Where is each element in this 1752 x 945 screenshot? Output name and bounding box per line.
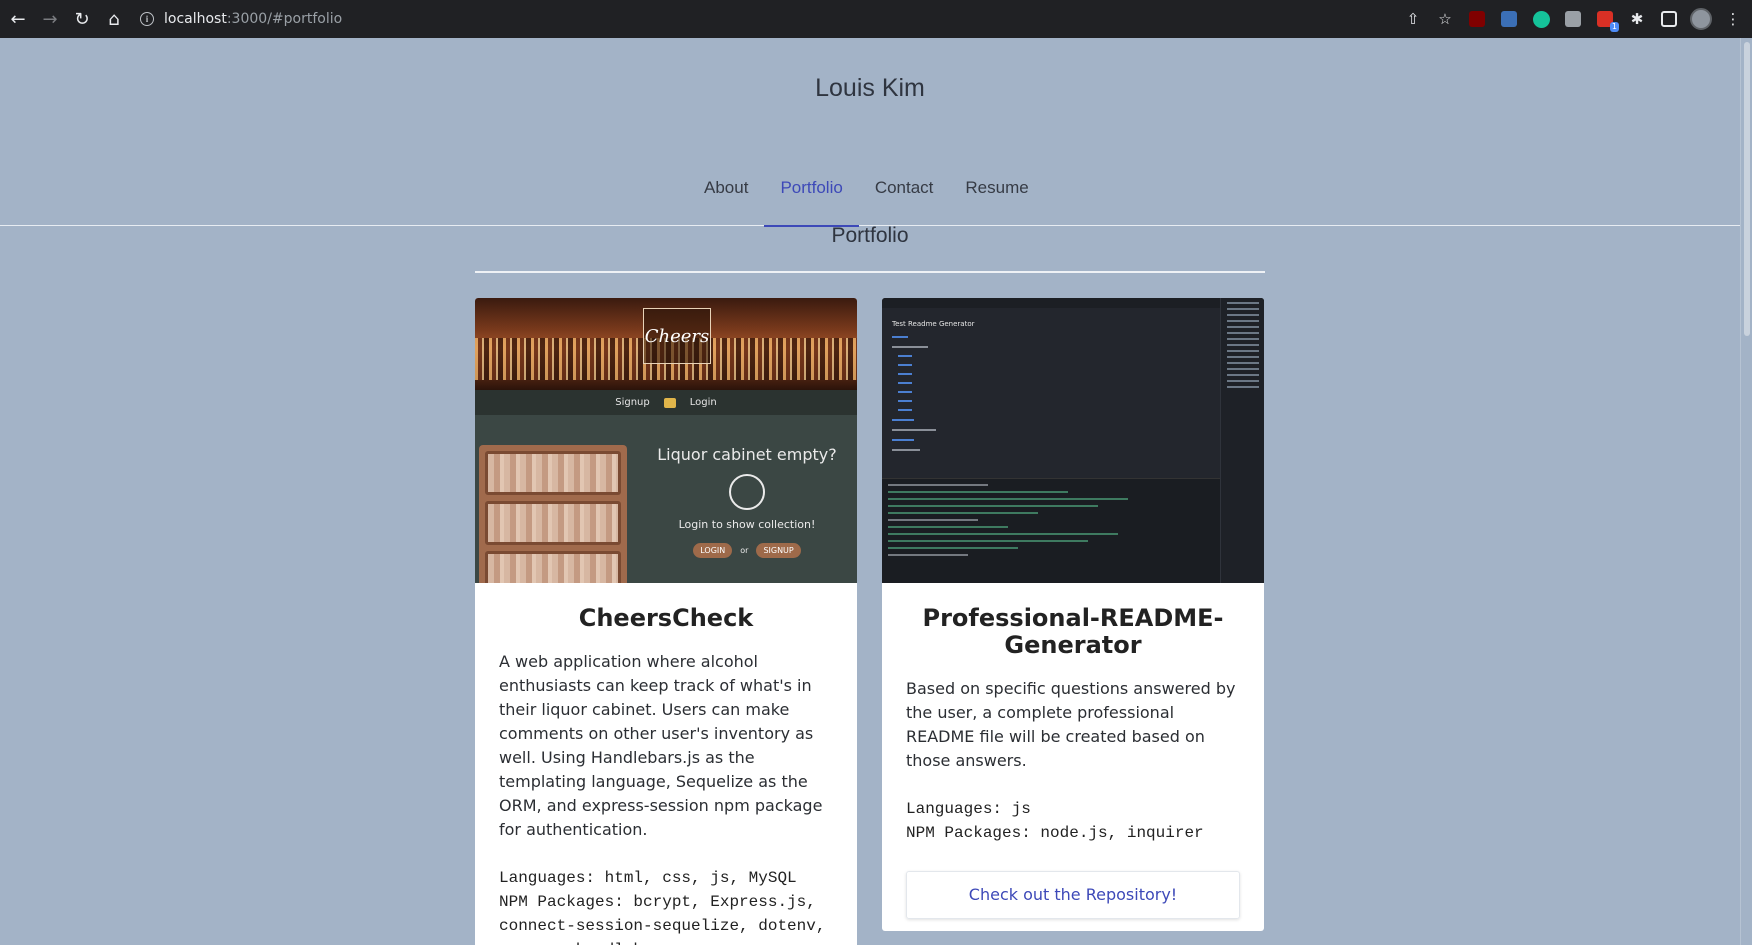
home-icon[interactable]: ⌂ [98,0,130,38]
browser-toolbar: ← → ↻ ⌂ i localhost:3000/#portfolio ⇧ ☆ … [0,0,1752,38]
nav-tab-portfolio[interactable]: Portfolio [764,150,860,227]
url-host: localhost [164,11,227,27]
ublock-extension-icon[interactable] [1466,8,1488,30]
side-panel-icon[interactable] [1658,8,1680,30]
menu-kebab-icon[interactable]: ⋮ [1722,8,1744,30]
screenshot-headline: Liquor cabinet empty? [657,445,837,464]
cheers-logo: Cheers [643,308,711,364]
repository-link-button[interactable]: Check out the Repository! [906,871,1240,919]
project-title: Professional-README-Generator [922,604,1224,659]
share-icon[interactable]: ⇧ [1402,8,1424,30]
section-divider [475,271,1265,273]
reload-icon[interactable]: ↻ [66,0,98,38]
project-card-cheerscheck: Cheers Signup Login Liquor cabinet empty… [475,298,857,945]
project-card-readme-generator: Test Readme Generator Professional-READM… [882,298,1264,931]
site-title: Louis Kim [815,74,925,102]
cabinet-illustration [479,445,627,583]
grammarly-extension-icon[interactable] [1530,8,1552,30]
extensions-puzzle-icon[interactable]: ✱ [1626,8,1648,30]
nav-tab-resume[interactable]: Resume [949,150,1044,226]
project-screenshot: Cheers Signup Login Liquor cabinet empty… [475,298,857,583]
screenshot-or-text: or [740,546,749,555]
profile-avatar[interactable] [1690,8,1712,30]
extension-badge: 1 [1609,22,1619,32]
extension-icon[interactable] [1498,8,1520,30]
project-tech: Languages: js NPM Packages: node.js, inq… [906,800,1204,842]
nav-tab-contact[interactable]: Contact [859,150,950,226]
project-title: CheersCheck [578,604,754,632]
screenshot-signup-button: SIGNUP [756,543,801,558]
forward-icon[interactable]: → [34,0,66,38]
project-screenshot: Test Readme Generator [882,298,1264,583]
terminal-panel [882,478,1220,583]
project-tech: Languages: html, css, js, MySQL NPM Pack… [499,869,826,945]
site-info-icon[interactable]: i [140,12,154,26]
screenshot-doc-title: Test Readme Generator [892,320,975,328]
nav-tab-about[interactable]: About [688,150,764,226]
project-description: Based on specific questions answered by … [906,679,1236,770]
address-bar[interactable]: i localhost:3000/#portfolio [140,4,342,34]
page-scrollbar[interactable] [1740,38,1752,945]
site-navbar: About Portfolio Contact Resume [0,150,1740,227]
screenshot-login-button: LOGIN [693,543,733,558]
back-icon[interactable]: ← [2,0,34,38]
screenshot-signup-text: Signup [615,397,650,408]
beer-icon [663,397,676,408]
screenshot-subline: Login to show collection! [678,518,816,531]
page: Louis Kim About Portfolio Contact Resume… [0,38,1740,945]
url-path: :3000/#portfolio [226,11,343,27]
extension-icon[interactable] [1562,8,1584,30]
bookmark-star-icon[interactable]: ☆ [1434,8,1456,30]
explorer-panel [1220,298,1264,583]
section-title: Portfolio [831,224,909,247]
project-description: A web application where alcohol enthusia… [499,652,823,839]
cheers-glasses-icon [729,474,765,510]
screenshot-login-text: Login [689,397,717,408]
scrollbar-thumb[interactable] [1744,42,1750,336]
extension-icon[interactable]: 1 [1594,8,1619,32]
